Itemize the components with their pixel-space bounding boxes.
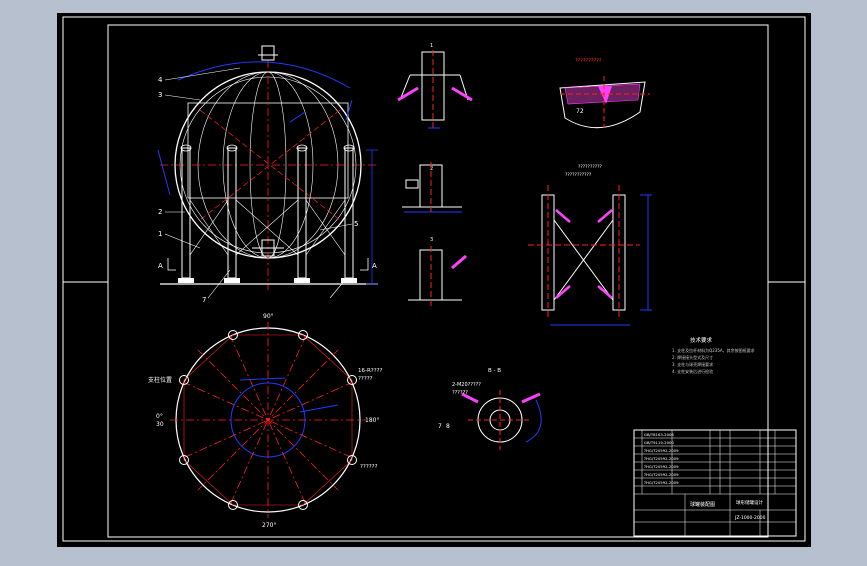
model-space[interactable]: [57, 13, 811, 547]
notes-line-3: 3. 支柱与球壳焊接要求: [672, 361, 713, 367]
leader-label-3: 3: [158, 91, 162, 99]
angle-0-label: 0°: [156, 413, 163, 420]
angle-90-label: 90°: [263, 313, 274, 320]
section-bb-num-8: 8: [446, 423, 450, 430]
weld-detail-dim: 72: [576, 108, 584, 115]
detail-3-label: 3: [430, 237, 433, 243]
bom-row-6: ?HG/T20592-2009: [644, 472, 679, 477]
right-note-3: ??????: [360, 464, 378, 470]
notes-line-4: 4. 支柱安装后进行检验: [672, 368, 713, 374]
bom-row-1: GB/T8163-2008: [644, 432, 674, 437]
brace-detail-title: ???????????: [565, 172, 592, 178]
section-bb-note-1: 2-M20?????: [452, 382, 481, 388]
right-note-1: 16-R????: [358, 368, 383, 374]
bom-row-2: GB/T9119-2000: [644, 440, 674, 445]
section-bb-label: B - B: [488, 368, 501, 374]
bom-row-5: ?HG/T20592-2009: [644, 464, 679, 469]
detail-2-label: 2: [430, 166, 433, 172]
notes-line-1: 1. 支柱及拉杆材料为Q235A，其余按图纸要求: [672, 347, 755, 353]
leader-label-7: 7: [202, 296, 206, 304]
section-a-right-label: A: [372, 262, 377, 270]
weld-detail-title: ??????????: [575, 58, 602, 64]
section-bb-num-7: 7: [438, 423, 442, 430]
drawing-canvas[interactable]: 4 3 2 1 5 7 A A 90° 0° 30 180° 270° 支柱位置…: [0, 0, 867, 562]
company-name: 球形储罐设计: [736, 499, 763, 506]
notes-title: 技术要求: [690, 336, 713, 344]
angle-270-label: 270°: [262, 522, 276, 529]
bom-row-4: ?HG/T20592-2009: [644, 456, 679, 461]
leader-label-4: 4: [158, 76, 163, 84]
right-note-2: ?????: [358, 376, 373, 382]
bom-row-3: ?HG/T20592-2009: [644, 448, 679, 453]
angle-0-sub-label: 30: [156, 421, 164, 428]
detail-1-label: 1: [430, 43, 433, 49]
leader-label-1: 1: [158, 230, 162, 238]
leader-label-2: 2: [158, 208, 162, 216]
notes-line-2: 2. 焊接接头型式及尺寸: [672, 354, 713, 360]
section-a-left-label: A: [158, 262, 163, 270]
left-note: 支柱位置: [148, 376, 172, 384]
leader-label-5: 5: [354, 220, 358, 228]
drawing-code: JZ-1000-2000: [734, 515, 766, 521]
angle-180-label: 180°: [365, 417, 379, 424]
section-bb-note-2: ??????: [452, 390, 468, 396]
weld-detail-note: ??????????: [578, 164, 602, 170]
bom-row-7: ?HG/T20592-2009: [644, 480, 679, 485]
cad-viewport[interactable]: 4 3 2 1 5 7 A A 90° 0° 30 180° 270° 支柱位置…: [0, 0, 867, 562]
drawing-name: 球罐装配图: [690, 501, 715, 508]
